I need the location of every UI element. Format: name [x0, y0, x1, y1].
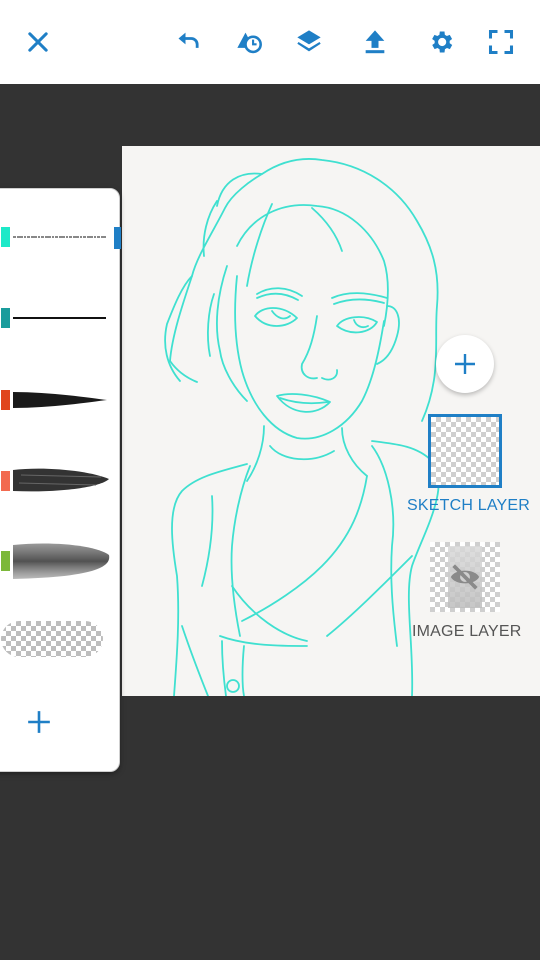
- brush-panel: [0, 188, 121, 772]
- fullscreen-icon[interactable]: [483, 24, 519, 60]
- add-layer-button[interactable]: [436, 335, 494, 393]
- layers-icon[interactable]: [291, 24, 327, 60]
- plus-icon: [455, 354, 475, 374]
- sketch-layer-label: SKETCH LAYER: [407, 497, 531, 514]
- brush-tapered[interactable]: [1, 380, 119, 420]
- eraser-preview: [1, 621, 103, 657]
- upload-icon[interactable]: [357, 24, 393, 60]
- image-layer-label: IMAGE LAYER: [412, 623, 522, 640]
- brush-watercolor[interactable]: [1, 541, 119, 581]
- top-toolbar: [0, 0, 540, 84]
- add-brush-button[interactable]: [24, 707, 54, 737]
- dry-brush-stroke-preview: [13, 468, 109, 492]
- brush-dry[interactable]: [1, 461, 119, 501]
- brush-ink-pen[interactable]: [1, 298, 119, 338]
- close-icon[interactable]: [20, 24, 56, 60]
- shape-icon[interactable]: [231, 24, 267, 60]
- brush-eraser[interactable]: [1, 621, 119, 661]
- undo-icon[interactable]: [171, 24, 207, 60]
- pencil-stroke-preview: [13, 236, 106, 238]
- sketch-layer-thumbnail[interactable]: [428, 414, 502, 488]
- gear-icon[interactable]: [423, 24, 459, 60]
- tapered-stroke-preview: [13, 392, 107, 408]
- brush-pencil[interactable]: [1, 217, 119, 257]
- watercolor-stroke-preview: [13, 543, 110, 579]
- ink-pen-stroke-preview: [13, 317, 106, 319]
- hidden-eye-icon[interactable]: [448, 560, 482, 594]
- plus-icon: [28, 711, 50, 733]
- image-layer-thumbnail[interactable]: [430, 542, 500, 612]
